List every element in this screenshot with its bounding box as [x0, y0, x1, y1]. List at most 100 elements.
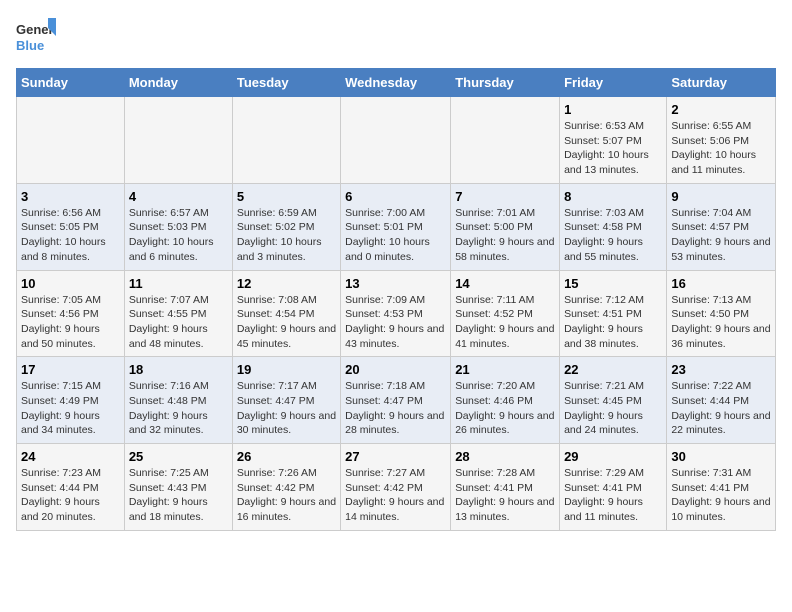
calendar-cell: 22 Sunrise: 7:21 AMSunset: 4:45 PMDayligh…: [560, 357, 667, 444]
day-number: 26: [237, 449, 336, 464]
day-info: Sunrise: 7:15 AMSunset: 4:49 PMDaylight:…: [21, 379, 120, 438]
header: General Blue: [16, 16, 776, 60]
day-info: Sunrise: 6:55 AMSunset: 5:06 PMDaylight:…: [671, 119, 771, 178]
day-info: Sunrise: 7:12 AMSunset: 4:51 PMDaylight:…: [564, 293, 662, 352]
svg-text:Blue: Blue: [16, 38, 44, 53]
calendar-cell: [451, 97, 560, 184]
day-number: 4: [129, 189, 228, 204]
day-number: 25: [129, 449, 228, 464]
calendar-cell: 7 Sunrise: 7:01 AMSunset: 5:00 PMDaylight…: [451, 183, 560, 270]
day-info: Sunrise: 6:59 AMSunset: 5:02 PMDaylight:…: [237, 206, 336, 265]
header-monday: Monday: [124, 69, 232, 97]
calendar-cell: 21Sunrise: 7:20 AMSunset: 4:46 PMDayligh…: [451, 357, 560, 444]
calendar-cell: 27 Sunrise: 7:27 AMSunset: 4:42 PMDayligh…: [341, 444, 451, 531]
calendar-cell: 20 Sunrise: 7:18 AMSunset: 4:47 PMDayligh…: [341, 357, 451, 444]
calendar-cell: 8 Sunrise: 7:03 AMSunset: 4:58 PMDaylight…: [560, 183, 667, 270]
day-number: 18: [129, 362, 228, 377]
calendar-cell: 5 Sunrise: 6:59 AMSunset: 5:02 PMDaylight…: [232, 183, 340, 270]
day-number: 13: [345, 276, 446, 291]
day-info: Sunrise: 7:18 AMSunset: 4:47 PMDaylight:…: [345, 379, 446, 438]
day-info: Sunrise: 7:21 AMSunset: 4:45 PMDaylight:…: [564, 379, 662, 438]
day-number: 20: [345, 362, 446, 377]
calendar-cell: 17Sunrise: 7:15 AMSunset: 4:49 PMDayligh…: [17, 357, 125, 444]
header-friday: Friday: [560, 69, 667, 97]
day-info: Sunrise: 7:01 AMSunset: 5:00 PMDaylight:…: [455, 206, 555, 265]
header-thursday: Thursday: [451, 69, 560, 97]
day-info: Sunrise: 7:03 AMSunset: 4:58 PMDaylight:…: [564, 206, 662, 265]
calendar-cell: 3Sunrise: 6:56 AMSunset: 5:05 PMDaylight…: [17, 183, 125, 270]
day-info: Sunrise: 7:08 AMSunset: 4:54 PMDaylight:…: [237, 293, 336, 352]
day-info: Sunrise: 7:04 AMSunset: 4:57 PMDaylight:…: [671, 206, 771, 265]
day-info: Sunrise: 7:00 AMSunset: 5:01 PMDaylight:…: [345, 206, 446, 265]
calendar-week-row: 24 Sunrise: 7:23 AMSunset: 4:44 PMDayligh…: [17, 444, 776, 531]
calendar-header-row: SundayMondayTuesdayWednesdayThursdayFrid…: [17, 69, 776, 97]
day-number: 2: [671, 102, 771, 117]
calendar-cell: 15 Sunrise: 7:12 AMSunset: 4:51 PMDayligh…: [560, 270, 667, 357]
day-number: 30: [671, 449, 771, 464]
day-info: Sunrise: 7:09 AMSunset: 4:53 PMDaylight:…: [345, 293, 446, 352]
calendar-week-row: 3Sunrise: 6:56 AMSunset: 5:05 PMDaylight…: [17, 183, 776, 270]
calendar-table: SundayMondayTuesdayWednesdayThursdayFrid…: [16, 68, 776, 531]
calendar-cell: 14 Sunrise: 7:11 AMSunset: 4:52 PMDayligh…: [451, 270, 560, 357]
day-number: 27: [345, 449, 446, 464]
day-number: 8: [564, 189, 662, 204]
calendar-week-row: 1Sunrise: 6:53 AMSunset: 5:07 PMDaylight…: [17, 97, 776, 184]
day-info: Sunrise: 7:07 AMSunset: 4:55 PMDaylight:…: [129, 293, 228, 352]
calendar-cell: 26Sunrise: 7:26 AMSunset: 4:42 PMDayligh…: [232, 444, 340, 531]
day-number: 24: [21, 449, 120, 464]
day-number: 19: [237, 362, 336, 377]
calendar-cell: 23Sunrise: 7:22 AMSunset: 4:44 PMDayligh…: [667, 357, 776, 444]
calendar-cell: 13 Sunrise: 7:09 AMSunset: 4:53 PMDayligh…: [341, 270, 451, 357]
day-number: 16: [671, 276, 771, 291]
day-number: 3: [21, 189, 120, 204]
day-number: 10: [21, 276, 120, 291]
calendar-cell: 9 Sunrise: 7:04 AMSunset: 4:57 PMDaylight…: [667, 183, 776, 270]
calendar-cell: 2 Sunrise: 6:55 AMSunset: 5:06 PMDaylight…: [667, 97, 776, 184]
day-info: Sunrise: 7:28 AMSunset: 4:41 PMDaylight:…: [455, 466, 555, 525]
day-info: Sunrise: 7:16 AMSunset: 4:48 PMDaylight:…: [129, 379, 228, 438]
day-info: Sunrise: 7:27 AMSunset: 4:42 PMDaylight:…: [345, 466, 446, 525]
calendar-cell: 16Sunrise: 7:13 AMSunset: 4:50 PMDayligh…: [667, 270, 776, 357]
calendar-cell: 24 Sunrise: 7:23 AMSunset: 4:44 PMDayligh…: [17, 444, 125, 531]
calendar-week-row: 10 Sunrise: 7:05 AMSunset: 4:56 PMDayligh…: [17, 270, 776, 357]
calendar-cell: 28 Sunrise: 7:28 AMSunset: 4:41 PMDayligh…: [451, 444, 560, 531]
header-tuesday: Tuesday: [232, 69, 340, 97]
calendar-cell: 25Sunrise: 7:25 AMSunset: 4:43 PMDayligh…: [124, 444, 232, 531]
calendar-cell: 18 Sunrise: 7:16 AMSunset: 4:48 PMDayligh…: [124, 357, 232, 444]
day-info: Sunrise: 7:29 AMSunset: 4:41 PMDaylight:…: [564, 466, 662, 525]
day-info: Sunrise: 7:05 AMSunset: 4:56 PMDaylight:…: [21, 293, 120, 352]
day-info: Sunrise: 7:17 AMSunset: 4:47 PMDaylight:…: [237, 379, 336, 438]
calendar-cell: 11 Sunrise: 7:07 AMSunset: 4:55 PMDayligh…: [124, 270, 232, 357]
calendar-cell: 19 Sunrise: 7:17 AMSunset: 4:47 PMDayligh…: [232, 357, 340, 444]
day-number: 7: [455, 189, 555, 204]
calendar-week-row: 17Sunrise: 7:15 AMSunset: 4:49 PMDayligh…: [17, 357, 776, 444]
day-number: 11: [129, 276, 228, 291]
day-number: 14: [455, 276, 555, 291]
calendar-cell: [341, 97, 451, 184]
day-number: 5: [237, 189, 336, 204]
day-info: Sunrise: 7:23 AMSunset: 4:44 PMDaylight:…: [21, 466, 120, 525]
header-wednesday: Wednesday: [341, 69, 451, 97]
day-number: 22: [564, 362, 662, 377]
header-saturday: Saturday: [667, 69, 776, 97]
day-info: Sunrise: 6:53 AMSunset: 5:07 PMDaylight:…: [564, 119, 662, 178]
calendar-cell: 4 Sunrise: 6:57 AMSunset: 5:03 PMDaylight…: [124, 183, 232, 270]
logo-graphic: General Blue: [16, 16, 56, 60]
day-number: 28: [455, 449, 555, 464]
calendar-cell: 29 Sunrise: 7:29 AMSunset: 4:41 PMDayligh…: [560, 444, 667, 531]
day-info: Sunrise: 7:20 AMSunset: 4:46 PMDaylight:…: [455, 379, 555, 438]
day-number: 15: [564, 276, 662, 291]
calendar-cell: [17, 97, 125, 184]
day-number: 12: [237, 276, 336, 291]
day-number: 29: [564, 449, 662, 464]
logo-icon: General Blue: [16, 16, 56, 60]
calendar-cell: 30 Sunrise: 7:31 AMSunset: 4:41 PMDayligh…: [667, 444, 776, 531]
day-info: Sunrise: 7:11 AMSunset: 4:52 PMDaylight:…: [455, 293, 555, 352]
day-number: 9: [671, 189, 771, 204]
day-info: Sunrise: 7:22 AMSunset: 4:44 PMDaylight:…: [671, 379, 771, 438]
day-number: 6: [345, 189, 446, 204]
day-info: Sunrise: 7:31 AMSunset: 4:41 PMDaylight:…: [671, 466, 771, 525]
calendar-cell: 12 Sunrise: 7:08 AMSunset: 4:54 PMDayligh…: [232, 270, 340, 357]
day-info: Sunrise: 6:57 AMSunset: 5:03 PMDaylight:…: [129, 206, 228, 265]
calendar-cell: 10 Sunrise: 7:05 AMSunset: 4:56 PMDayligh…: [17, 270, 125, 357]
